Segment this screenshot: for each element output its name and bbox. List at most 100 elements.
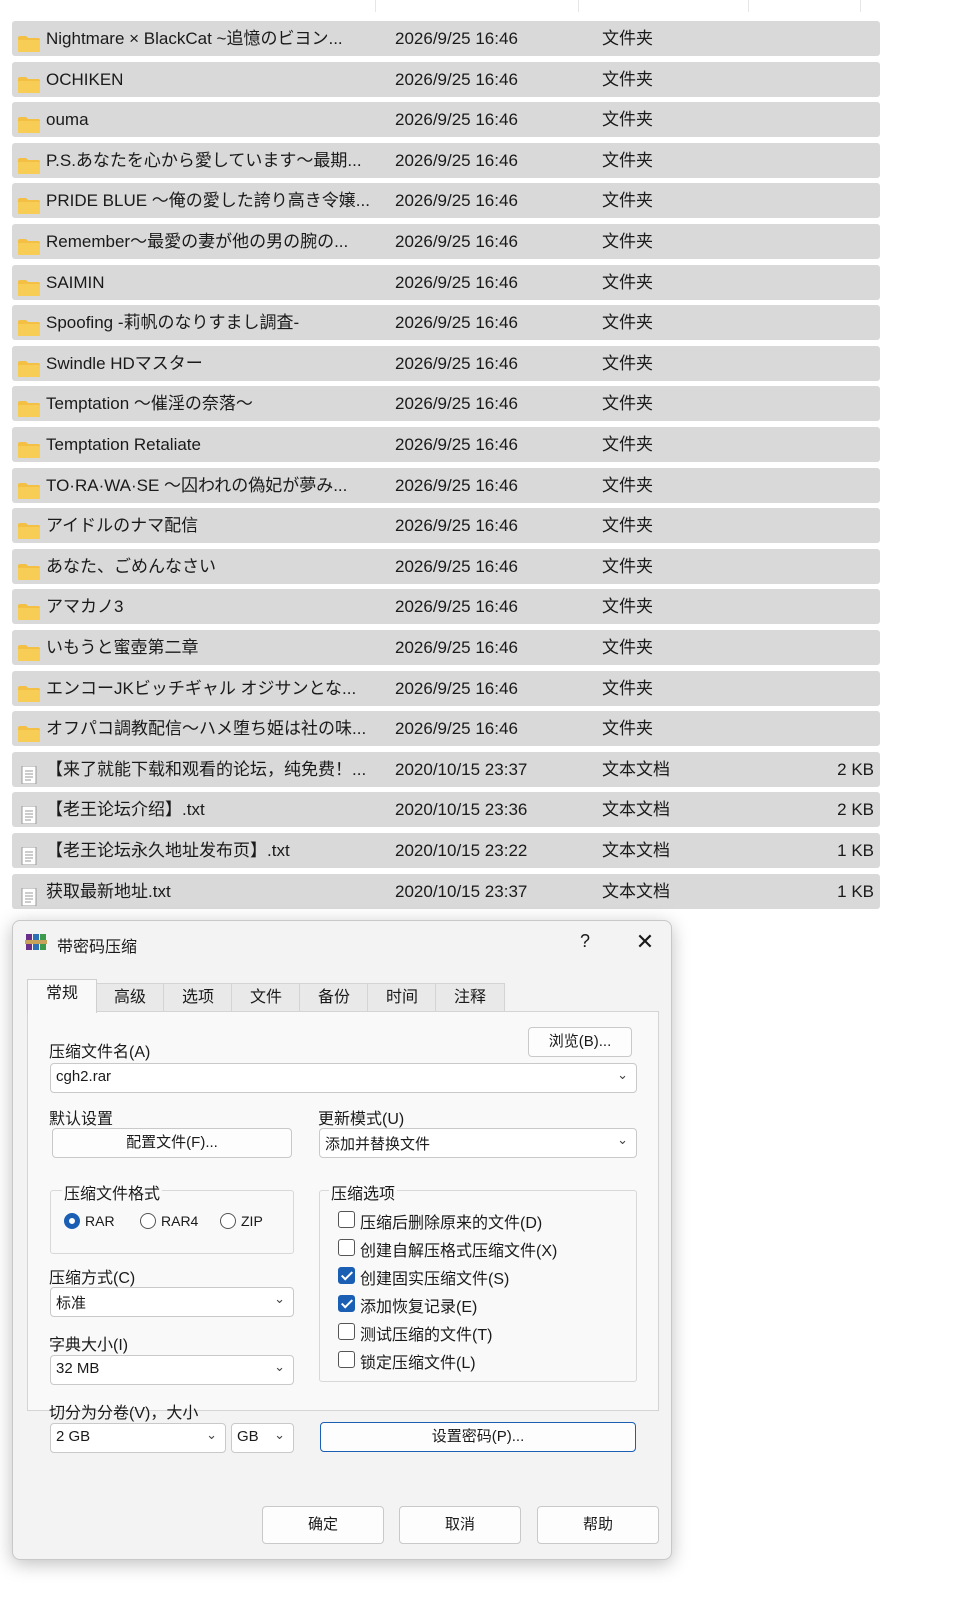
file-row[interactable]: Swindle HDマスター 2026/9/25 16:46 文件夹 — [12, 345, 880, 381]
help-icon[interactable]: ? — [573, 931, 597, 952]
dialog-titlebar[interactable]: 带密码压缩 ? ✕ — [13, 921, 671, 963]
file-name: ouma — [46, 110, 89, 130]
tab-options[interactable]: 选项 — [163, 983, 233, 1012]
radio-rar4-label: RAR4 — [161, 1213, 199, 1229]
archive-name-input[interactable]: cgh2.rar ⌄ — [50, 1063, 637, 1093]
chevron-down-icon[interactable]: ⌄ — [617, 1067, 628, 1083]
file-row[interactable]: P.S.あなたを心から愛しています～最期... 2026/9/25 16:46 文件… — [12, 142, 880, 178]
archive-name-value: cgh2.rar — [56, 1068, 112, 1085]
file-type: 文件夹 — [602, 638, 653, 657]
folder-icon — [17, 274, 41, 296]
text-file-icon — [17, 761, 41, 785]
file-size: 1 KB — [837, 881, 874, 901]
folder-icon — [17, 720, 41, 743]
folder-icon — [17, 558, 41, 580]
dialog-title: 带密码压缩 — [57, 939, 138, 956]
file-row[interactable]: Temptation Retaliate 2026/9/25 16:46 文件夹 — [12, 427, 880, 462]
checkbox[interactable] — [338, 1239, 355, 1256]
column-separator[interactable] — [860, 0, 861, 12]
file-name: P.S.あなたを心から愛しています～最期... — [46, 150, 362, 170]
chevron-down-icon[interactable]: ⌄ — [206, 1427, 217, 1443]
profiles-button[interactable]: 配置文件(F)... — [52, 1128, 292, 1158]
tab-backup[interactable]: 备份 — [299, 983, 369, 1012]
file-row[interactable]: アマカノ3 2026/9/25 16:46 文件夹 — [12, 589, 880, 625]
file-row[interactable]: Temptation ～催淫の奈落～ 2026/9/25 16:46 文件夹 — [12, 386, 880, 422]
tab-files[interactable]: 文件 — [231, 983, 301, 1012]
file-row[interactable]: ouma 2026/9/25 16:46 文件夹 — [12, 102, 880, 138]
radio-zip-label: ZIP — [241, 1213, 263, 1229]
file-name: Temptation ～催淫の奈落～ — [46, 394, 253, 414]
checkbox[interactable] — [338, 1295, 355, 1312]
file-row[interactable]: OCHIKEN 2026/9/25 16:46 文件夹 — [12, 61, 880, 97]
file-row[interactable]: 【来了就能下载和观看的论坛，纯免费！... 2020/10/15 23:37 文本文… — [12, 751, 880, 787]
cancel-button[interactable]: 取消 — [399, 1506, 521, 1544]
file-row[interactable]: SAIMIN 2026/9/25 16:46 文件夹 — [12, 264, 880, 300]
folder-icon — [17, 192, 41, 215]
file-row[interactable]: アイドルのナマ配信 2026/9/25 16:46 文件夹 — [12, 508, 880, 544]
tab-advanced[interactable]: 高级 — [95, 983, 165, 1012]
radio-dot[interactable] — [220, 1213, 236, 1229]
file-row[interactable]: あなた、ごめんなさい 2026/9/25 16:46 文件夹 — [12, 548, 880, 584]
file-name: Remember～最愛の妻が他の男の腕の... — [46, 232, 349, 251]
method-select[interactable]: 标准 ⌄ — [50, 1287, 294, 1317]
chevron-down-icon[interactable]: ⌄ — [274, 1291, 285, 1307]
file-type: 文件夹 — [602, 678, 653, 698]
close-icon[interactable]: ✕ — [633, 929, 657, 955]
update-mode-select[interactable]: 添加并替换文件 ⌄ — [319, 1128, 637, 1158]
file-type: 文件夹 — [602, 272, 653, 292]
file-row[interactable]: 【老王论坛永久地址发布页】.txt 2020/10/15 23:22 文本文档 1 K… — [12, 833, 880, 868]
file-date: 2026/9/25 16:46 — [395, 638, 518, 657]
file-row[interactable]: いもうと蜜壺第二章 2026/9/25 16:46 文件夹 — [12, 630, 880, 665]
file-name: SAIMIN — [46, 272, 105, 292]
file-size: 1 KB — [837, 841, 874, 860]
file-row[interactable]: エンコーJKビッチギャル オジサンとな... 2026/9/25 16:46 文件夹 — [12, 670, 880, 706]
file-type: 文件夹 — [602, 29, 653, 48]
ok-button[interactable]: 确定 — [262, 1506, 384, 1544]
checkbox[interactable] — [338, 1267, 355, 1284]
radio-rar-label: RAR — [85, 1213, 115, 1229]
text-file-icon — [17, 883, 41, 907]
chevron-down-icon[interactable]: ⌄ — [617, 1132, 628, 1148]
folder-icon — [17, 233, 41, 255]
file-name: オフパコ調教配信～ハメ堕ち姫は社の味... — [46, 719, 367, 739]
file-row[interactable]: Spoofing -莉帆のなりすまし調査- 2026/9/25 16:46 文件夹 — [12, 305, 880, 341]
help-button[interactable]: 帮助 — [537, 1506, 659, 1544]
file-date: 2026/9/25 16:46 — [395, 110, 518, 130]
file-date: 2026/9/25 16:46 — [395, 719, 518, 739]
file-row[interactable]: Remember～最愛の妻が他の男の腕の... 2026/9/25 16:46 文件… — [12, 224, 880, 259]
split-size-value: 2 GB — [56, 1428, 91, 1445]
file-type: 文件夹 — [602, 110, 653, 130]
file-name: 【老王论坛永久地址发布页】.txt — [46, 841, 290, 860]
file-name: OCHIKEN — [46, 69, 124, 89]
column-separator[interactable] — [375, 0, 376, 12]
checkbox[interactable] — [338, 1351, 355, 1368]
checkbox[interactable] — [338, 1211, 355, 1228]
tab-comment[interactable]: 注释 — [435, 983, 505, 1012]
file-row[interactable]: 【老王论坛介绍】.txt 2020/10/15 23:36 文本文档 2 KB — [12, 792, 880, 828]
tab-general[interactable]: 常规 — [27, 979, 97, 1013]
file-name: Temptation Retaliate — [46, 435, 201, 454]
file-date: 2020/10/15 23:37 — [395, 881, 528, 901]
chevron-down-icon[interactable]: ⌄ — [274, 1427, 285, 1443]
radio-dot[interactable] — [140, 1213, 156, 1229]
file-row[interactable]: 获取最新地址.txt 2020/10/15 23:37 文本文档 1 KB — [12, 873, 880, 909]
chevron-down-icon[interactable]: ⌄ — [274, 1359, 285, 1375]
file-row[interactable]: Nightmare × BlackCat ~追憶のビヨン... 2026/9/25… — [12, 21, 880, 56]
tab-time[interactable]: 时间 — [367, 983, 437, 1012]
column-separator[interactable] — [578, 0, 579, 12]
file-date: 2026/9/25 16:46 — [395, 394, 518, 414]
set-password-button[interactable]: 设置密码(P)... — [320, 1422, 636, 1452]
column-separator[interactable] — [748, 0, 749, 12]
file-row[interactable]: オフパコ調教配信～ハメ堕ち姫は社の味... 2026/9/25 16:46 文件夹 — [12, 711, 880, 747]
dict-select[interactable]: 32 MB ⌄ — [50, 1355, 294, 1385]
file-size: 2 KB — [837, 800, 874, 820]
checkbox[interactable] — [338, 1323, 355, 1340]
split-unit-select[interactable]: GB ⌄ — [231, 1423, 294, 1453]
radio-dot[interactable] — [64, 1213, 80, 1229]
split-size-input[interactable]: 2 GB ⌄ — [50, 1423, 226, 1453]
browse-button[interactable]: 浏览(B)... — [528, 1027, 632, 1057]
file-row[interactable]: PRIDE BLUE ～俺の愛した誇り高き令嬢... 2026/9/25 16:4… — [12, 183, 880, 219]
file-type: 文件夹 — [602, 69, 653, 89]
file-row[interactable]: TO·RA·WA·SE ～囚われの偽妃が夢み... 2026/9/25 16:46… — [12, 467, 880, 503]
default-settings-label: 默认设置 — [49, 1111, 114, 1128]
